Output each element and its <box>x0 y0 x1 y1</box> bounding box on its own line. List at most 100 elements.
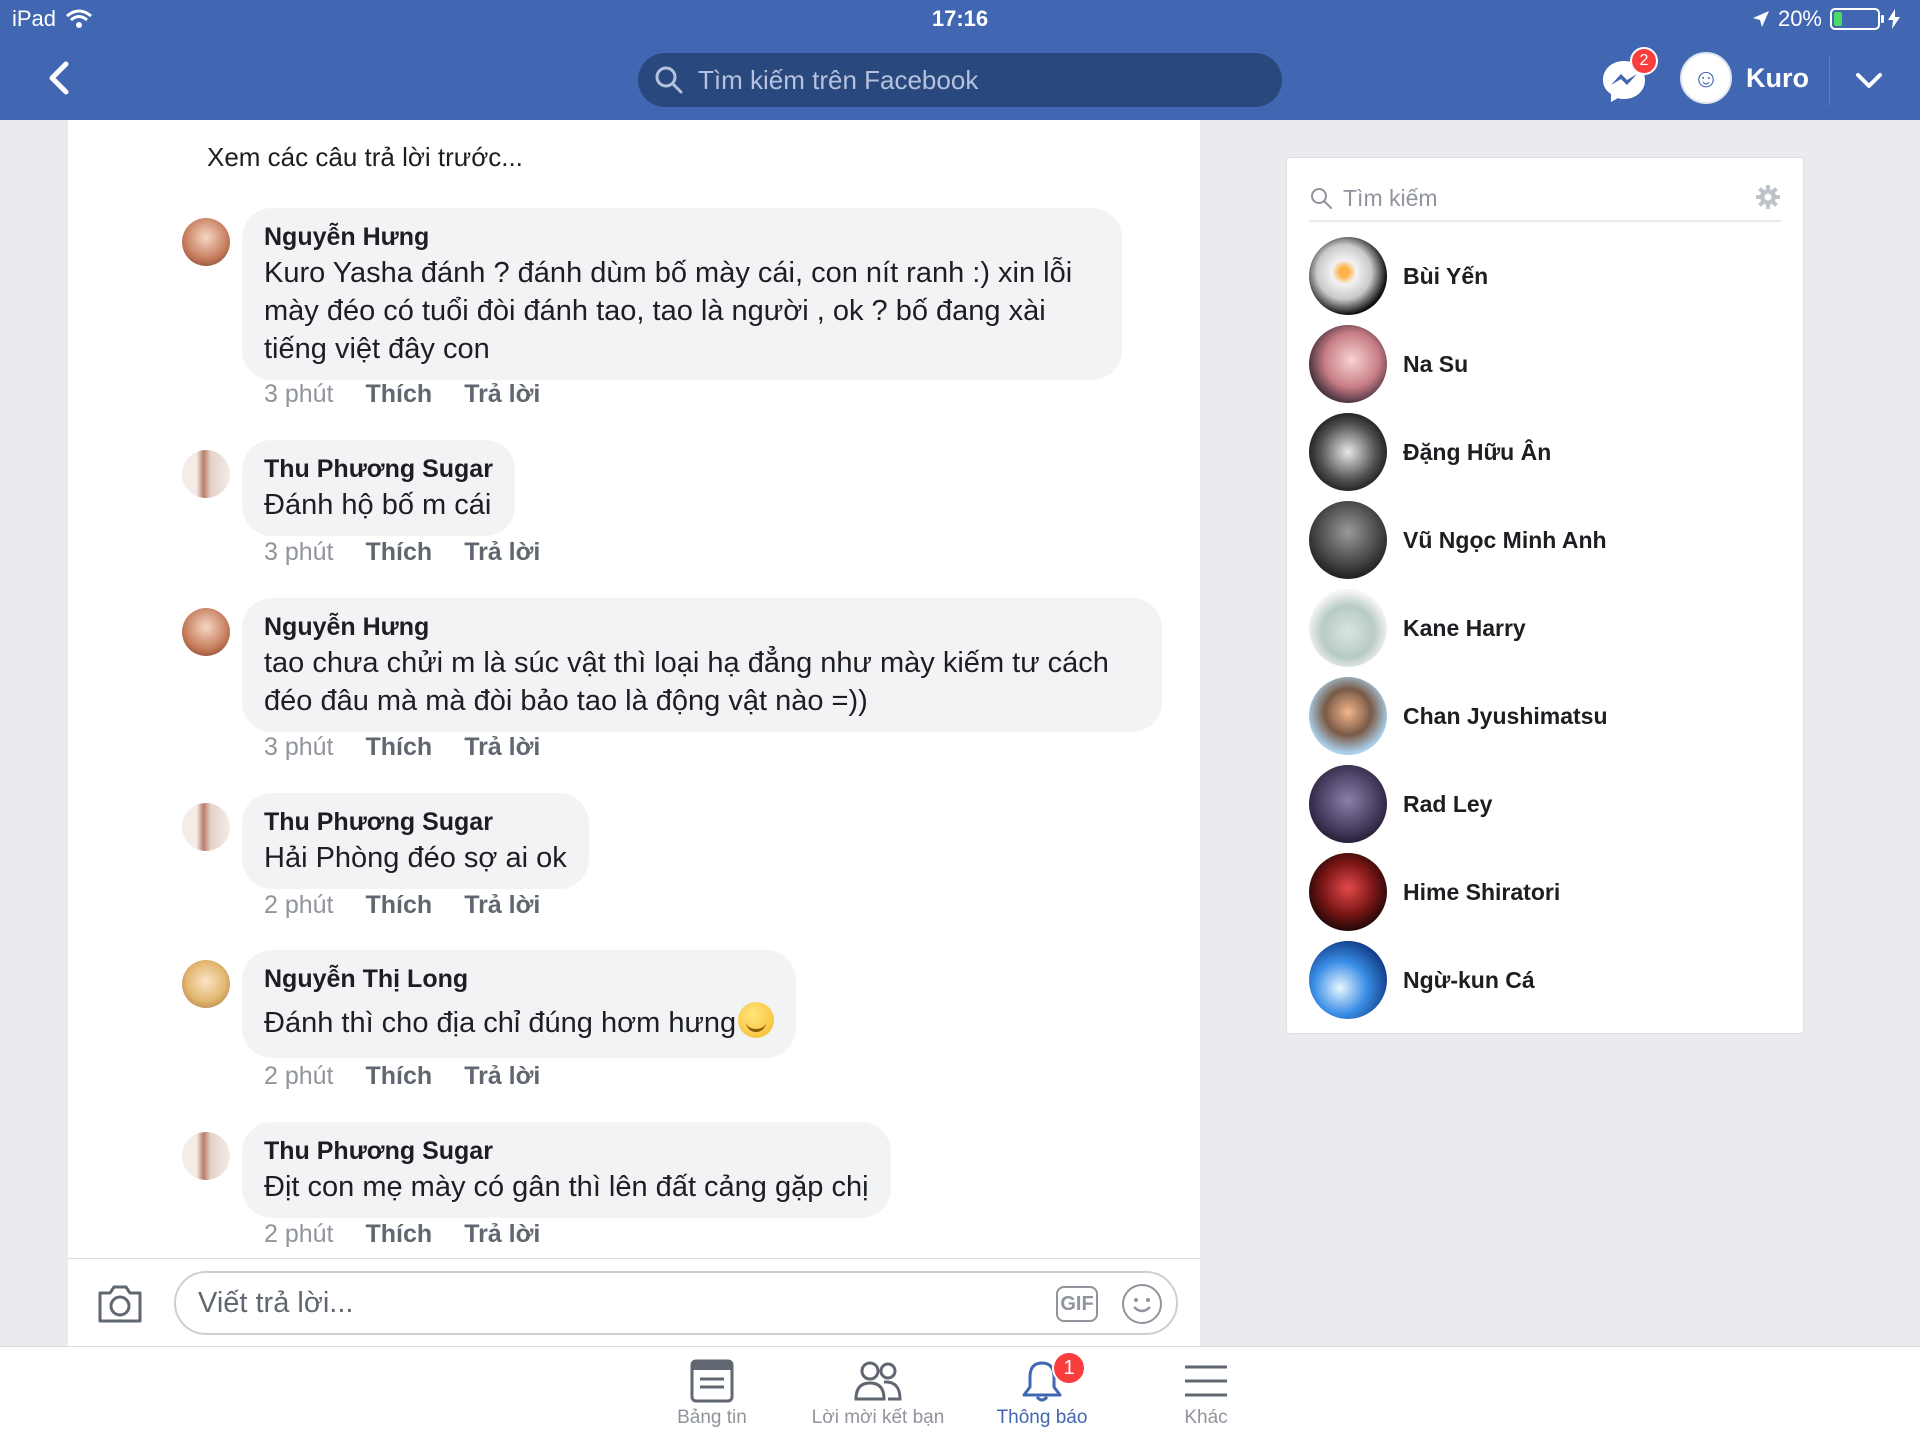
contact-item[interactable]: Ngừ-kun Cá <box>1309 936 1779 1024</box>
comment-author[interactable]: Nguyễn Thị Long <box>264 962 774 996</box>
divider <box>1829 56 1830 106</box>
comment-bubble: Thu Phương Sugar Địt con mẹ mày có gân t… <box>242 1122 891 1218</box>
profile-button[interactable]: ☺ Kuro <box>1680 52 1809 104</box>
tab-news-feed[interactable]: Bảng tin <box>622 1359 802 1429</box>
status-time: 17:16 <box>931 6 989 31</box>
avatar <box>1309 237 1387 315</box>
contact-item[interactable]: Đặng Hữu Ân <box>1309 408 1779 496</box>
reply-button[interactable]: Trả lời <box>464 891 540 920</box>
avatar[interactable] <box>182 803 230 851</box>
back-button[interactable] <box>40 58 80 98</box>
avatar <box>1309 677 1387 755</box>
tab-friend-requests[interactable]: Lời mời kết bạn <box>788 1359 968 1429</box>
reply-button[interactable]: Trả lời <box>464 1220 540 1249</box>
comment-author[interactable]: Nguyễn Hưng <box>264 220 1100 254</box>
comment-author[interactable]: Thu Phương Sugar <box>264 452 493 486</box>
tab-notifications[interactable]: 1 Thông báo <box>952 1351 1132 1429</box>
comment-timestamp: 3 phút <box>264 538 334 566</box>
comment-actions: 2 phút Thích Trả lời <box>264 1062 540 1091</box>
contact-item[interactable]: Hime Shiratori <box>1309 848 1779 936</box>
avatar <box>1309 765 1387 843</box>
search-icon <box>655 66 683 94</box>
camera-icon[interactable] <box>96 1283 144 1325</box>
comment-author[interactable]: Thu Phương Sugar <box>264 1134 869 1168</box>
tab-label: Thông báo <box>996 1407 1088 1428</box>
smiley-icon <box>1133 1298 1151 1313</box>
tab-label: Khác <box>1184 1407 1228 1428</box>
contact-name: Vũ Ngọc Minh Anh <box>1403 526 1607 553</box>
contacts-search-input[interactable]: Tìm kiếm <box>1309 176 1781 222</box>
profile-name: Kuro <box>1746 62 1809 93</box>
bottom-tab-bar: Bảng tin Lời mời kết bạn 1 Thông báo Khá… <box>0 1346 1920 1440</box>
gif-button[interactable]: GIF <box>1056 1286 1098 1322</box>
comment-actions: 2 phút Thích Trả lời <box>264 1220 540 1249</box>
tab-more[interactable]: Khác <box>1116 1359 1296 1429</box>
view-previous-replies-link[interactable]: Xem các câu trả lời trước... <box>207 142 523 173</box>
avatar <box>1309 941 1387 1019</box>
gear-icon[interactable] <box>1755 184 1781 210</box>
comment-timestamp: 2 phút <box>264 1062 334 1090</box>
comment-thread: Xem các câu trả lời trước... Nguyễn Hưng… <box>68 120 1200 1258</box>
comment-bubble: Thu Phương Sugar Hải Phòng đéo sợ ai ok <box>242 793 589 889</box>
like-button[interactable]: Thích <box>366 891 433 920</box>
avatar[interactable] <box>182 218 230 266</box>
reply-placeholder: Viết trả lời... <box>198 1286 354 1319</box>
emoji-button[interactable] <box>1122 1284 1162 1324</box>
tab-label: Bảng tin <box>677 1407 747 1428</box>
comment-timestamp: 2 phút <box>264 1220 334 1248</box>
contact-name: Bùi Yến <box>1403 262 1489 289</box>
contact-name: Chan Jyushimatsu <box>1403 702 1608 729</box>
comment-author[interactable]: Nguyễn Hưng <box>264 610 1140 644</box>
like-button[interactable]: Thích <box>366 733 433 762</box>
smiling-emoji-icon <box>738 1002 775 1038</box>
avatar[interactable] <box>182 608 230 656</box>
contact-name: Ngừ-kun Cá <box>1403 966 1535 993</box>
reply-composer: Viết trả lời... GIF <box>68 1258 1200 1346</box>
comment-actions: 2 phút Thích Trả lời <box>264 891 540 920</box>
comment-timestamp: 3 phút <box>264 380 334 408</box>
comment-actions: 3 phút Thích Trả lời <box>264 538 540 567</box>
messenger-button[interactable]: 2 <box>1600 47 1658 105</box>
avatar: ☺ <box>1680 52 1732 104</box>
avatar <box>1309 413 1387 491</box>
contact-item[interactable]: Vũ Ngọc Minh Anh <box>1309 496 1779 584</box>
like-button[interactable]: Thích <box>366 538 433 567</box>
avatar[interactable] <box>182 1132 230 1180</box>
messenger-badge: 2 <box>1630 47 1658 75</box>
reply-button[interactable]: Trả lời <box>464 1062 540 1091</box>
avatar[interactable] <box>182 960 230 1008</box>
comment-text: Hải Phòng đéo sợ ai ok <box>264 842 567 874</box>
contact-name: Rad Ley <box>1403 790 1493 817</box>
contact-name: Đặng Hữu Ân <box>1403 438 1552 465</box>
chevron-down-icon[interactable] <box>1852 64 1886 98</box>
contact-item[interactable]: Chan Jyushimatsu <box>1309 672 1779 760</box>
contact-item[interactable]: Bùi Yến <box>1309 232 1779 320</box>
battery-icon <box>1830 8 1884 30</box>
avatar[interactable] <box>182 450 230 498</box>
reply-button[interactable]: Trả lời <box>464 733 540 762</box>
like-button[interactable]: Thích <box>366 380 433 409</box>
comment-actions: 3 phút Thích Trả lời <box>264 380 540 409</box>
reply-input[interactable]: Viết trả lời... GIF <box>174 1271 1178 1335</box>
comment-text: Đánh hộ bố m cái <box>264 489 492 521</box>
contact-item[interactable]: Rad Ley <box>1309 760 1779 848</box>
reply-button[interactable]: Trả lời <box>464 380 540 409</box>
like-button[interactable]: Thích <box>366 1220 433 1249</box>
contact-name: Kane Harry <box>1403 614 1526 641</box>
contact-name: Na Su <box>1403 350 1469 377</box>
contact-item[interactable]: Na Su <box>1309 320 1779 408</box>
comment-bubble: Thu Phương Sugar Đánh hộ bố m cái <box>242 440 515 536</box>
comment-text: Kuro Yasha đánh ? đánh dùm bố mày cái, c… <box>264 257 1073 365</box>
contact-item[interactable]: Kane Harry <box>1309 584 1779 672</box>
reply-button[interactable]: Trả lời <box>464 538 540 567</box>
contacts-search-placeholder: Tìm kiếm <box>1343 184 1438 211</box>
avatar <box>1309 853 1387 931</box>
comment-text: Địt con mẹ mày có gân thì lên đất cảng g… <box>264 1171 869 1203</box>
search-input[interactable]: Tìm kiếm trên Facebook <box>638 53 1282 107</box>
comment-author[interactable]: Thu Phương Sugar <box>264 805 567 839</box>
tab-label: Lời mời kết bạn <box>811 1407 945 1428</box>
top-navigation-bar: iPad 17:16 20% Tìm kiếm trên Facebook 2 … <box>0 0 1920 120</box>
status-bar-right: 20% <box>1752 6 1900 32</box>
avatar <box>1309 501 1387 579</box>
like-button[interactable]: Thích <box>366 1062 433 1091</box>
